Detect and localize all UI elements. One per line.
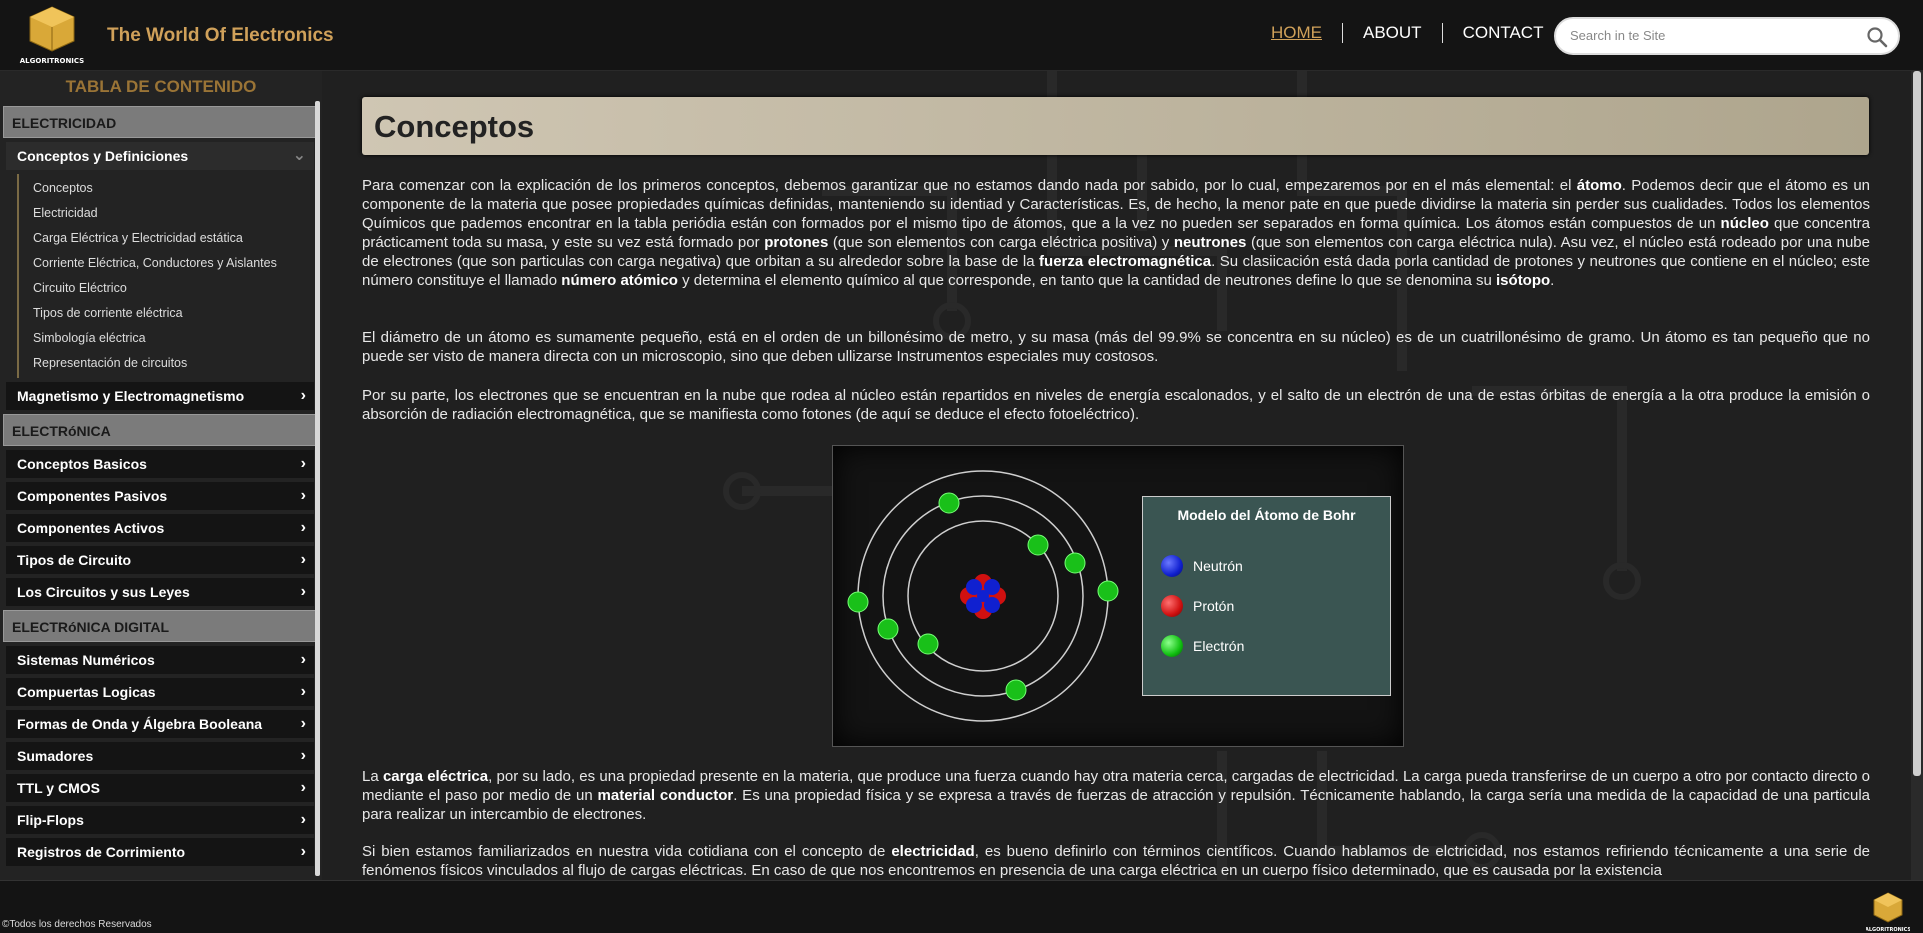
toc-item-sumadores[interactable]: Sumadores › [6, 742, 314, 770]
toc-item-flip-flops[interactable]: Flip-Flops › [6, 806, 314, 834]
svg-text:ALGORITRONICS: ALGORITRONICS [1866, 927, 1910, 933]
legend-item-electron: Electrón [1161, 635, 1244, 657]
chevron-right-icon: › [300, 747, 306, 764]
neutron-icon [1161, 555, 1183, 577]
toc-item-conceptos-basicos[interactable]: Conceptos Basicos › [6, 450, 314, 478]
chevron-right-icon: › [300, 683, 306, 700]
toc-subitem[interactable]: Corriente Eléctrica, Conductores y Aisla… [19, 251, 314, 276]
main-nav: HOME ABOUT CONTACT [1256, 23, 1563, 43]
legend-title: Modelo del Átomo de Bohr [1177, 507, 1356, 523]
atom-diagram [847, 470, 1119, 722]
chevron-right-icon: › [300, 387, 306, 404]
svg-text:ALGORITRONICS: ALGORITRONICS [20, 57, 84, 65]
toc-item-circuitos-y-leyes[interactable]: Los Circuitos y sus Leyes › [6, 578, 314, 606]
nav-home-link[interactable]: HOME [1256, 23, 1342, 43]
toc-item-formas-de-onda[interactable]: Formas de Onda y Álgebra Booleana › [6, 710, 314, 738]
nav-about-link[interactable]: ABOUT [1342, 23, 1442, 43]
site-header: ALGORITRONICS The World Of Electronics H… [0, 0, 1923, 71]
chevron-right-icon: › [300, 583, 306, 600]
table-of-contents-sidebar: TABLA DE CONTENIDO ELECTRICIDAD Concepto… [0, 71, 322, 880]
main-scrollbar-thumb[interactable] [1913, 71, 1921, 776]
toc-item-tipos-de-circuito[interactable]: Tipos de Circuito › [6, 546, 314, 574]
toc-title: TABLA DE CONTENIDO [65, 77, 257, 96]
toc-subitem[interactable]: Simbología eléctrica [19, 326, 314, 351]
paragraph-carga-electrica: La carga eléctrica, por su lado, es una … [362, 768, 1871, 823]
chevron-right-icon: › [300, 843, 306, 860]
sidebar-scrollbar[interactable] [315, 101, 320, 876]
paragraph-electrones: Por su parte, los electrones que se encu… [362, 387, 1870, 423]
page-title-bar: Conceptos [362, 97, 1869, 155]
nav-contact-link[interactable]: CONTACT [1441, 23, 1564, 43]
chevron-right-icon: › [300, 651, 306, 668]
search-box [1554, 17, 1900, 55]
search-input[interactable] [1570, 28, 1860, 43]
toc-item-conceptos-y-definiciones[interactable]: Conceptos y Definiciones ⌄ [6, 142, 314, 170]
toc-item-ttl-cmos[interactable]: TTL y CMOS › [6, 774, 314, 802]
chevron-right-icon: › [300, 811, 306, 828]
section-electronica-digital[interactable]: ELECTRóNICA DIGITAL [3, 610, 316, 642]
footer-logo[interactable]: ALGORITRONICS [1866, 891, 1910, 933]
toc-subitem[interactable]: Conceptos [19, 176, 314, 201]
paragraph-electricidad: Si bien estamos familiarizados en nuestr… [362, 843, 1871, 879]
toc-item-componentes-activos[interactable]: Componentes Activos › [6, 514, 314, 542]
toc-item-compuertas-logicas[interactable]: Compuertas Logicas › [6, 678, 314, 706]
legend-item-proton: Protón [1161, 595, 1234, 617]
toc-item-componentes-pasivos[interactable]: Componentes Pasivos › [6, 482, 314, 510]
section-electronica[interactable]: ELECTRóNICA [3, 414, 316, 446]
chevron-right-icon: › [300, 519, 306, 536]
chevron-right-icon: › [300, 455, 306, 472]
electron-icon [1161, 635, 1183, 657]
atom-legend: Modelo del Átomo de Bohr Neutrón Protón … [1142, 496, 1391, 696]
chevron-right-icon: › [300, 551, 306, 568]
toc-item-sistemas-numericos[interactable]: Sistemas Numéricos › [6, 646, 314, 674]
toc-item-magnetismo[interactable]: Magnetismo y Electromagnetismo › [6, 382, 314, 410]
legend-item-neutron: Neutrón [1161, 555, 1243, 577]
page-title: Conceptos [374, 109, 535, 144]
toc-subitem[interactable]: Representación de circuitos [19, 351, 314, 376]
toc-subitem[interactable]: Tipos de corriente eléctrica [19, 301, 314, 326]
nucleus [960, 574, 1006, 619]
site-footer: ©Todos los derechos Reservados ALGORITRO… [0, 880, 1923, 933]
section-electricidad[interactable]: ELECTRICIDAD [3, 106, 316, 138]
toc-subitem[interactable]: Carga Eléctrica y Electricidad estática [19, 226, 314, 251]
toc-subitem[interactable]: Circuito Eléctrico [19, 276, 314, 301]
chevron-down-icon: ⌄ [292, 147, 306, 164]
search-icon[interactable] [1866, 26, 1888, 48]
copyright-text: ©Todos los derechos Reservados [2, 919, 152, 930]
proton-icon [1161, 595, 1183, 617]
chevron-right-icon: › [300, 487, 306, 504]
chevron-right-icon: › [300, 779, 306, 796]
site-logo[interactable]: ALGORITRONICS [16, 5, 88, 67]
paragraph-diametro: El diámetro de un átomo es sumamente peq… [362, 329, 1870, 365]
toc-item-registros[interactable]: Registros de Corrimiento › [6, 838, 314, 866]
toc-subitems: Conceptos Electricidad Carga Eléctrica y… [17, 174, 314, 378]
main-content: Conceptos Para comenzar con la explicaci… [322, 71, 1923, 880]
paragraph-atomo: Para comenzar con la explicación de los … [362, 177, 1871, 289]
site-title: The World Of Electronics [107, 25, 334, 46]
main-scrollbar[interactable] [1911, 71, 1923, 880]
toc-subitem[interactable]: Electricidad [19, 201, 314, 226]
bohr-atom-figure: Modelo del Átomo de Bohr Neutrón Protón … [832, 445, 1404, 747]
chevron-right-icon: › [300, 715, 306, 732]
